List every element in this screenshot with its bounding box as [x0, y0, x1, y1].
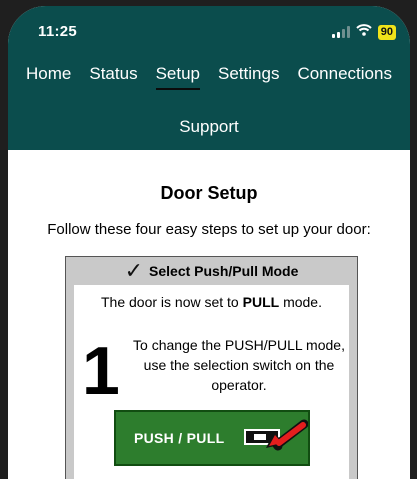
signal-icon — [331, 26, 350, 38]
push-pull-switch-illustration: PUSH / PULL — [114, 410, 310, 466]
wifi-icon — [356, 23, 372, 41]
mode-suffix: mode. — [279, 294, 322, 310]
nav-tabs: Home Status Setup Settings Connections — [8, 64, 410, 90]
tab-connections[interactable]: Connections — [297, 64, 392, 90]
step-number: 1 — [82, 333, 120, 409]
step-card-header: ✓ Select Push/Pull Mode — [66, 257, 357, 285]
tab-home[interactable]: Home — [26, 64, 71, 90]
tab-status[interactable]: Status — [89, 64, 137, 90]
mode-prefix: The door is now set to — [100, 294, 243, 310]
step-instruction: To change the PUSH/PULL mode, use the se… — [133, 337, 345, 393]
checkmark-icon: ✓ — [124, 258, 144, 283]
tab-support[interactable]: Support — [179, 117, 239, 136]
step-card-body: The door is now set to PULL mode. 1 To c… — [74, 285, 349, 479]
step-card-title: Select Push/Pull Mode — [149, 263, 299, 279]
nav-second-row: Support — [8, 117, 410, 137]
intro-text: Follow these four easy steps to set up y… — [47, 221, 371, 238]
current-mode-text: The door is now set to PULL mode. — [74, 294, 349, 310]
switch-label: PUSH / PULL — [134, 430, 225, 446]
battery-icon: 90 — [377, 24, 396, 40]
app-screen: 11:25 90 Home Status Setup Settings Conn… — [8, 6, 410, 479]
main-content: Door Setup Follow these four easy steps … — [8, 150, 410, 479]
step-card: ✓ Select Push/Pull Mode The door is now … — [65, 256, 358, 479]
app-header: 11:25 90 Home Status Setup Settings Conn… — [8, 6, 410, 150]
phone-frame: 11:25 90 Home Status Setup Settings Conn… — [0, 0, 417, 479]
tab-setup[interactable]: Setup — [155, 64, 201, 90]
status-bar: 11:25 90 — [8, 6, 410, 50]
tab-settings[interactable]: Settings — [218, 64, 279, 90]
red-arrow-icon — [266, 419, 308, 451]
system-icons: 90 — [331, 23, 396, 41]
page-title: Door Setup — [160, 183, 258, 203]
mode-value: PULL — [242, 294, 280, 310]
status-time: 11:25 — [38, 23, 78, 40]
